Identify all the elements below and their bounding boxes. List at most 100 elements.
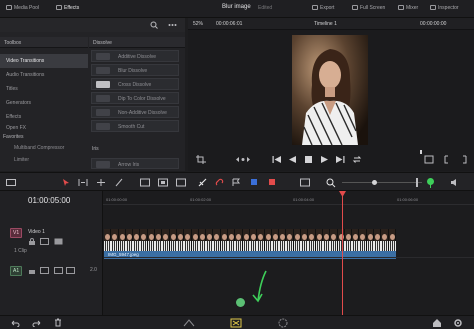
tree-item-video-transitions[interactable]: Video Transitions bbox=[0, 54, 88, 68]
dissolve-header[interactable]: Dissolve bbox=[89, 37, 185, 48]
mute-icon[interactable] bbox=[66, 267, 75, 274]
solo-icon[interactable] bbox=[54, 267, 63, 274]
search-icon[interactable] bbox=[150, 21, 158, 29]
tree-item-audio-transitions[interactable]: Audio Transitions bbox=[0, 68, 88, 82]
clip-thumbnail bbox=[279, 229, 287, 251]
jog-icon[interactable] bbox=[234, 156, 252, 163]
mark-out-icon[interactable] bbox=[458, 155, 467, 164]
stop-icon[interactable] bbox=[304, 155, 313, 164]
flag-icon[interactable] bbox=[232, 178, 240, 187]
favorite-item[interactable]: Limiter bbox=[14, 157, 29, 163]
lock-track-icon[interactable] bbox=[28, 238, 36, 245]
effect-blur-dissolve[interactable]: Blur Dissolve bbox=[91, 64, 179, 76]
video-track-badge[interactable]: V1 bbox=[10, 228, 23, 238]
blade-tool-icon[interactable] bbox=[114, 178, 124, 187]
audio-track-badge[interactable]: A1 bbox=[10, 266, 23, 276]
viewer-panel: 52% 00:00:06:01 Timeline 1 00:00:00:00 bbox=[188, 18, 474, 171]
clip-thumbnail bbox=[330, 229, 338, 251]
video-track-name[interactable]: Video 1 bbox=[28, 229, 45, 235]
fusion-page-icon[interactable] bbox=[278, 318, 288, 328]
lock-audio-track-icon[interactable] bbox=[28, 267, 36, 274]
linked-selection-icon[interactable] bbox=[214, 177, 225, 188]
home-icon[interactable] bbox=[432, 318, 442, 328]
clip-thumbnail bbox=[155, 229, 163, 251]
snapping-icon[interactable] bbox=[197, 177, 208, 188]
tree-item-open-fx[interactable]: Open FX bbox=[0, 124, 88, 132]
tree-item-generators[interactable]: Generators bbox=[0, 96, 88, 110]
clip-thumbnail bbox=[191, 229, 199, 251]
effect-cross-dissolve[interactable]: Cross Dissolve bbox=[91, 78, 179, 90]
effect-arrow-iris[interactable]: Arrow Iris bbox=[91, 158, 179, 169]
clip-thumbnail bbox=[308, 229, 316, 251]
more-options-icon[interactable] bbox=[168, 22, 177, 28]
marker-blue-icon[interactable] bbox=[250, 178, 259, 187]
clip-thumbnail bbox=[373, 229, 382, 251]
replace-clip-icon[interactable] bbox=[176, 178, 186, 187]
overwrite-clip-icon[interactable] bbox=[158, 178, 168, 187]
clip-thumbnail bbox=[198, 229, 207, 251]
cut-page-icon[interactable] bbox=[183, 319, 195, 327]
undo-icon[interactable] bbox=[10, 319, 20, 327]
media-pool-button[interactable]: Media Pool bbox=[6, 5, 39, 11]
mark-in-icon[interactable] bbox=[444, 155, 453, 164]
export-button[interactable]: Export bbox=[312, 5, 334, 11]
timeline-name[interactable]: Timeline 1 bbox=[314, 21, 337, 27]
full-screen-button[interactable]: Full Screen bbox=[352, 5, 385, 11]
clip-thumbnail bbox=[293, 229, 302, 251]
trim-tool-icon[interactable] bbox=[78, 178, 88, 187]
insert-clip-icon[interactable] bbox=[140, 178, 150, 187]
timeline-ruler[interactable]: 01:00:00:00 01:00:02:00 01:00:04:00 01:0… bbox=[103, 191, 474, 205]
bottom-bar bbox=[0, 315, 474, 329]
favorite-item[interactable]: Multiband Compressor bbox=[14, 145, 64, 151]
zoom-slider-handle[interactable] bbox=[372, 180, 377, 185]
tree-item-titles[interactable]: Titles bbox=[0, 82, 88, 96]
mixer-button[interactable]: Mixer bbox=[398, 5, 418, 11]
clip-thumbnail bbox=[359, 229, 367, 251]
toolbox-header[interactable]: Toolbox bbox=[0, 37, 88, 48]
iris-header[interactable]: Iris bbox=[92, 146, 99, 152]
effects-panel: Toolbox Dissolve Video Transitions Audio… bbox=[0, 18, 185, 171]
crop-icon[interactable] bbox=[196, 155, 206, 164]
zoom-slider[interactable] bbox=[342, 182, 422, 183]
top-bar: Media Pool Effects Blur image Edited Exp… bbox=[0, 0, 474, 18]
audio-auto-select-icon[interactable] bbox=[40, 267, 49, 274]
clip-thumbnail bbox=[315, 229, 323, 251]
delete-icon[interactable] bbox=[54, 318, 62, 327]
portrait-photo bbox=[292, 35, 368, 145]
play-reverse-icon[interactable] bbox=[288, 155, 297, 164]
match-frame-icon[interactable] bbox=[424, 155, 434, 164]
video-clip[interactable] bbox=[104, 229, 396, 251]
inspector-button[interactable]: Inspector bbox=[430, 5, 459, 11]
marker-red-icon[interactable] bbox=[268, 178, 277, 187]
settings-gear-icon[interactable] bbox=[453, 318, 463, 328]
go-to-end-icon[interactable] bbox=[336, 155, 345, 164]
effect-non-additive-dissolve[interactable]: Non-Additive Dissolve bbox=[91, 106, 179, 118]
playhead[interactable] bbox=[339, 191, 346, 315]
effect-additive-dissolve[interactable]: Additive Dissolve bbox=[91, 50, 179, 62]
go-to-start-icon[interactable] bbox=[272, 155, 281, 164]
zoom-full-icon[interactable] bbox=[300, 178, 310, 187]
redo-icon[interactable] bbox=[32, 319, 42, 327]
zoom-icon[interactable] bbox=[326, 178, 336, 188]
selection-tool-icon[interactable] bbox=[62, 178, 70, 187]
layout-icon[interactable] bbox=[6, 179, 16, 186]
dynamic-trim-icon[interactable] bbox=[96, 178, 106, 187]
volume-knob-icon[interactable] bbox=[426, 177, 435, 188]
zoom-level[interactable]: 52% bbox=[193, 21, 203, 27]
auto-select-icon[interactable] bbox=[40, 238, 49, 245]
scrubber-handle[interactable] bbox=[420, 150, 422, 154]
effect-smooth-cut[interactable]: Smooth Cut bbox=[91, 120, 179, 132]
tree-item-effects[interactable]: Effects bbox=[0, 110, 88, 124]
effects-button[interactable]: Effects bbox=[56, 5, 79, 11]
audio-meter-icon[interactable] bbox=[412, 177, 422, 188]
effects-search-row bbox=[0, 18, 185, 32]
loop-icon[interactable] bbox=[352, 155, 362, 164]
favorites-header[interactable]: Favorites bbox=[3, 134, 24, 140]
dim-speaker-icon[interactable] bbox=[450, 177, 461, 188]
edit-page-icon[interactable] bbox=[230, 318, 242, 328]
effect-thumbnail bbox=[96, 81, 110, 88]
play-icon[interactable] bbox=[320, 155, 329, 164]
track-visibility-icon[interactable] bbox=[54, 238, 63, 245]
transport-controls bbox=[188, 150, 474, 170]
effect-dip-to-color-dissolve[interactable]: Dip To Color Dissolve bbox=[91, 92, 179, 104]
